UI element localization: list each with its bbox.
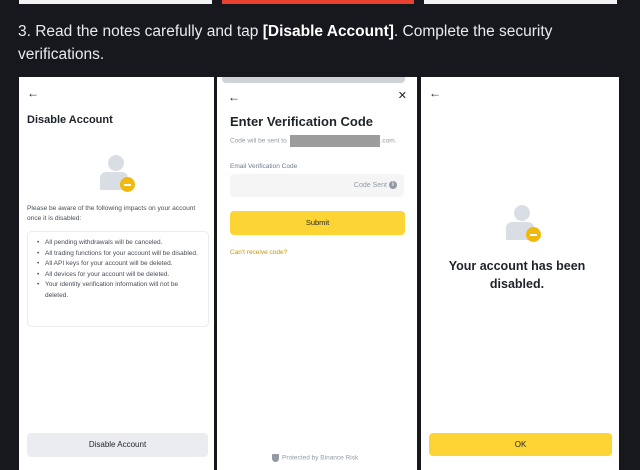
- disable-account-button[interactable]: Disable Account: [27, 433, 208, 457]
- cant-receive-code-link[interactable]: Can't receive code?: [230, 249, 287, 256]
- back-arrow-icon[interactable]: ←: [27, 86, 39, 100]
- account-disabled-message: Your account has been disabled.: [448, 259, 586, 291]
- user-disabled-icon: [99, 155, 135, 195]
- disable-account-screen: ← Disable Account Please be aware of the…: [19, 77, 214, 470]
- step-prefix: 3. Read the notes carefully and tap: [18, 23, 263, 40]
- sent-prefix: Code will be sent to: [230, 137, 287, 145]
- protected-by-footer: Protected by Binance Risk: [272, 454, 358, 462]
- previous-image-strip-left: [19, 0, 212, 4]
- back-arrow-icon[interactable]: ←: [429, 86, 441, 100]
- impact-item: All API keys for your account will be de…: [37, 259, 202, 270]
- impact-list-box: All pending withdrawals will be canceled…: [27, 231, 209, 327]
- page-title: Disable Account: [27, 114, 113, 126]
- email-code-input[interactable]: Code Sent i: [230, 174, 404, 197]
- protected-text: Protected by Binance Risk: [282, 454, 359, 462]
- ok-button[interactable]: OK: [429, 433, 612, 456]
- account-disabled-screen: ← Your account has been disabled. OK: [421, 77, 619, 470]
- verification-screen: ← ✕ Enter Verification Code Code will be…: [217, 77, 417, 470]
- shield-icon: [272, 454, 279, 462]
- previous-image-strip-right: [424, 0, 617, 4]
- verification-title: Enter Verification Code: [230, 114, 374, 129]
- submit-button[interactable]: Submit: [230, 211, 405, 235]
- step-instruction: 3. Read the notes carefully and tap [Dis…: [18, 20, 618, 66]
- step-highlight: [Disable Account]: [262, 23, 394, 40]
- redacted-email: [289, 135, 380, 147]
- email-code-label: Email Verification Code: [230, 163, 298, 170]
- previous-image-strip-red: [222, 0, 414, 4]
- impact-item: Your identity verification information w…: [37, 280, 202, 301]
- impact-item: All pending withdrawals will be canceled…: [37, 238, 202, 249]
- info-icon[interactable]: i: [389, 181, 397, 189]
- impact-note: Please be aware of the following impacts…: [27, 205, 196, 222]
- user-disabled-icon: [505, 205, 541, 245]
- close-icon[interactable]: ✕: [398, 89, 407, 102]
- code-sent-text: Code Sent: [353, 181, 387, 189]
- sheet-top-edge: [222, 77, 405, 83]
- back-arrow-icon[interactable]: ←: [228, 90, 240, 104]
- impact-item: All trading functions for your account w…: [37, 249, 202, 260]
- sent-suffix: .com.: [380, 137, 397, 145]
- code-sent-to-text: Code will be sent to .com.: [230, 135, 396, 147]
- impact-item: All devices for your account will be del…: [37, 270, 202, 281]
- code-sent-status: Code Sent i: [354, 181, 397, 189]
